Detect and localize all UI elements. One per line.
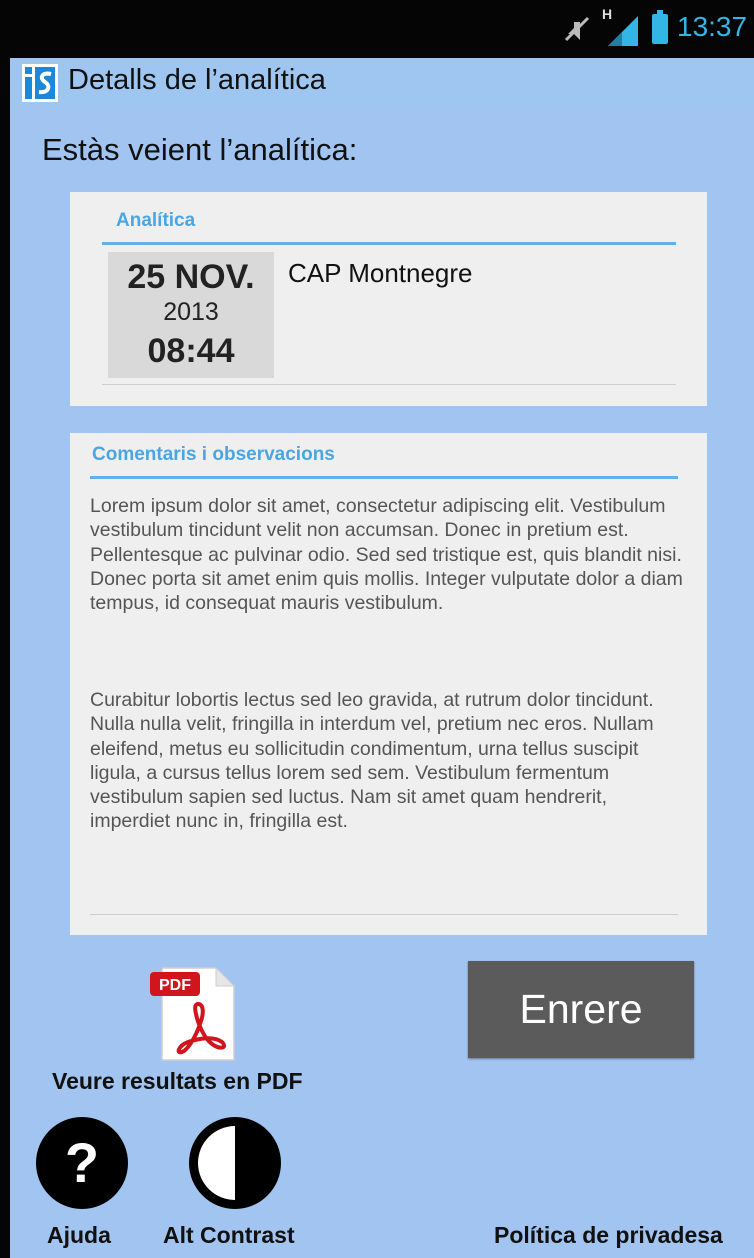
- analysis-card-title: Analítica: [116, 210, 196, 231]
- date-box: 25 NOV. 2013 08:44: [108, 252, 274, 378]
- high-contrast-link[interactable]: Alt Contrast: [163, 1222, 295, 1249]
- back-button[interactable]: Enrere: [468, 961, 694, 1058]
- signal-icon: [608, 16, 638, 46]
- pdf-badge: PDF: [159, 977, 191, 994]
- mute-icon: [564, 16, 590, 42]
- privacy-policy-link[interactable]: Política de privadesa: [494, 1222, 723, 1249]
- analysis-time: 08:44: [147, 332, 235, 370]
- divider: [102, 384, 676, 385]
- action-bar: Detalls de l’analítica: [10, 58, 754, 106]
- divider: [90, 914, 678, 915]
- page-title: Estàs veient l’analítica:: [42, 132, 358, 167]
- comments-card: Comentaris i observacions Lorem ipsum do…: [70, 433, 707, 935]
- analysis-card: Analítica 25 NOV. 2013 08:44 CAP Montneg…: [70, 192, 707, 406]
- divider: [90, 476, 678, 479]
- help-link[interactable]: Ajuda: [47, 1222, 111, 1249]
- actionbar-title: Detalls de l’analítica: [68, 64, 326, 96]
- comment-paragraph: Lorem ipsum dolor sit amet, consectetur …: [90, 495, 683, 615]
- analysis-date-year: 2013: [163, 298, 219, 326]
- comments-card-title: Comentaris i observacions: [92, 444, 335, 465]
- help-icon[interactable]: ?: [35, 1116, 129, 1210]
- pdf-results-link[interactable]: Veure resultats en PDF: [52, 1068, 303, 1095]
- app-logo-icon[interactable]: [22, 64, 58, 102]
- contrast-icon[interactable]: [188, 1116, 282, 1210]
- divider: [102, 242, 676, 245]
- pdf-file-icon[interactable]: PDF: [148, 962, 238, 1062]
- status-bar: H 13:37: [10, 0, 754, 58]
- analysis-place: CAP Montnegre: [288, 258, 473, 288]
- help-glyph: ?: [65, 1131, 99, 1194]
- device-frame: [0, 0, 10, 1258]
- battery-icon: [652, 10, 668, 44]
- comment-paragraph: Curabitur lobortis lectus sed leo gravid…: [90, 689, 654, 833]
- analysis-date-day: 25 NOV.: [127, 258, 255, 296]
- status-time: 13:37: [677, 11, 748, 42]
